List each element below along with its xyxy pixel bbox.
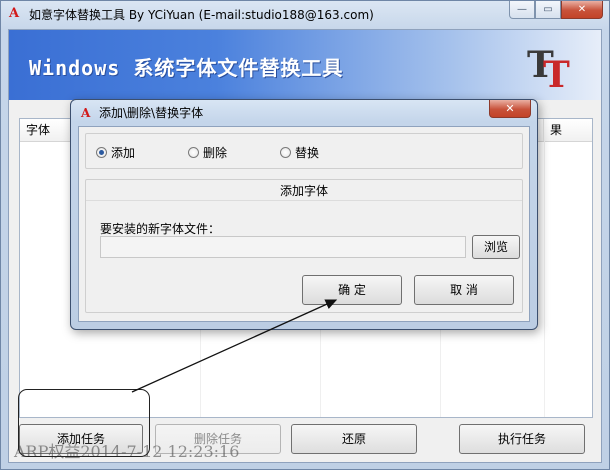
app-icon: A bbox=[9, 6, 20, 21]
restore-button[interactable]: 还原 bbox=[291, 424, 417, 454]
radio-add-label: 添加 bbox=[111, 146, 136, 160]
execute-task-button[interactable]: 执行任务 bbox=[459, 424, 585, 454]
radio-add[interactable]: 添加 bbox=[96, 144, 135, 161]
column-header-result[interactable]: 果 bbox=[544, 119, 592, 141]
annotation-highlight-box bbox=[18, 389, 150, 457]
ok-button[interactable]: 确 定 bbox=[302, 275, 402, 305]
radio-add-dot[interactable] bbox=[96, 147, 107, 158]
cancel-button[interactable]: 取 消 bbox=[414, 275, 514, 305]
radio-replace[interactable]: 替换 bbox=[280, 144, 319, 161]
caption-buttons: — ▭ ✕ bbox=[509, 1, 603, 20]
dialog-title: 添加\删除\替换字体 bbox=[99, 106, 204, 120]
tt-logo-icon: T T bbox=[527, 42, 577, 96]
new-font-file-label: 要安装的新字体文件： bbox=[100, 222, 221, 236]
maximize-button[interactable]: ▭ bbox=[535, 1, 561, 19]
radio-delete-dot[interactable] bbox=[188, 147, 199, 158]
dialog-client-area: 添加 删除 替换 添加字体 要安装的新字体文件： 浏览 确 定 取 消 bbox=[78, 126, 530, 322]
divider bbox=[86, 200, 522, 201]
window-title: 如意字体替换工具 By YCiYuan (E-mail:studio188@16… bbox=[29, 8, 374, 22]
close-icon: ✕ bbox=[505, 102, 515, 115]
minimize-button[interactable]: — bbox=[509, 1, 535, 19]
add-font-group: 添加字体 要安装的新字体文件： 浏览 确 定 取 消 bbox=[85, 179, 523, 313]
close-button[interactable]: ✕ bbox=[561, 1, 603, 19]
radio-replace-dot[interactable] bbox=[280, 147, 291, 158]
banner-title: Windows 系统字体文件替换工具 bbox=[29, 56, 344, 80]
radio-delete-label: 删除 bbox=[203, 146, 228, 160]
logo-letter-red: T bbox=[543, 54, 570, 96]
close-icon: ✕ bbox=[577, 4, 587, 15]
dialog-app-icon: A bbox=[81, 106, 91, 120]
radio-delete[interactable]: 删除 bbox=[188, 144, 227, 161]
minimize-icon: — bbox=[517, 4, 527, 15]
banner: Windows 系统字体文件替换工具 T T bbox=[9, 30, 601, 100]
column-divider bbox=[544, 141, 545, 417]
browse-button[interactable]: 浏览 bbox=[472, 235, 520, 259]
add-delete-replace-dialog: A 添加\删除\替换字体 ✕ 添加 删除 替换 添加字体 要安装的新字体文件： … bbox=[70, 99, 538, 330]
radio-replace-label: 替换 bbox=[295, 146, 320, 160]
title-bar[interactable]: A 如意字体替换工具 By YCiYuan (E-mail:studio188@… bbox=[1, 1, 609, 29]
mode-radio-group: 添加 删除 替换 bbox=[85, 133, 523, 169]
dialog-close-button[interactable]: ✕ bbox=[489, 100, 531, 118]
add-font-group-title: 添加字体 bbox=[279, 184, 328, 198]
new-font-file-input[interactable] bbox=[100, 236, 466, 258]
maximize-icon: ▭ bbox=[543, 4, 553, 15]
